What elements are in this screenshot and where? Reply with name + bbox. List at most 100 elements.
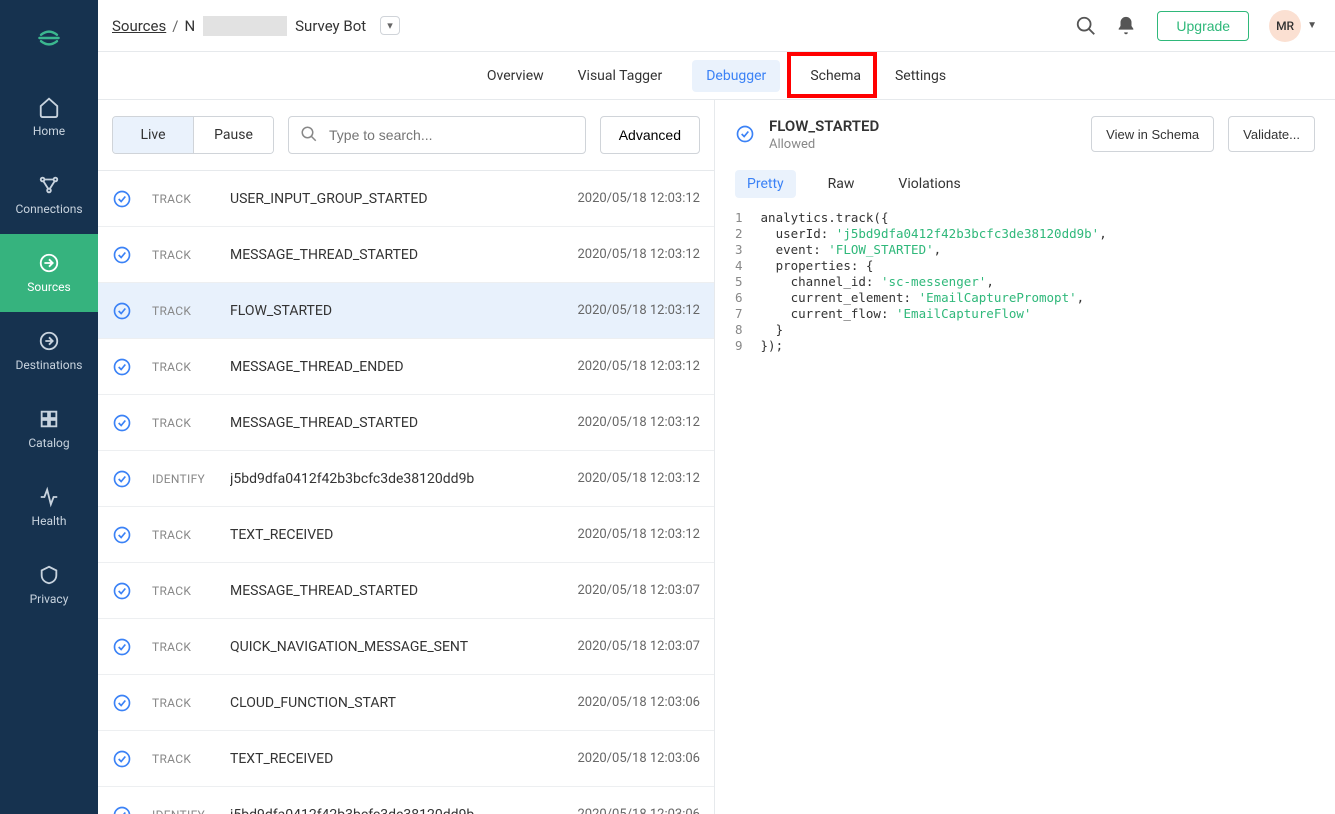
event-name: TEXT_RECEIVED xyxy=(230,527,557,543)
event-time: 2020/05/18 12:03:06 xyxy=(577,695,700,710)
nav-label: Home xyxy=(33,124,65,138)
breadcrumb-tail: Survey Bot xyxy=(295,17,366,35)
validate-button[interactable]: Validate... xyxy=(1228,116,1315,152)
breadcrumb-prefix: N xyxy=(184,17,195,35)
nav-label: Catalog xyxy=(28,436,69,450)
avatar-caret[interactable]: ▼ xyxy=(1307,20,1317,31)
event-time: 2020/05/18 12:03:12 xyxy=(577,527,700,542)
view-tab-pretty[interactable]: Pretty xyxy=(735,170,796,198)
toolbar: Live Pause Advanced xyxy=(98,100,714,171)
event-row[interactable]: TRACKTEXT_RECEIVED2020/05/18 12:03:06 xyxy=(98,731,714,787)
view-tab-raw[interactable]: Raw xyxy=(816,170,867,198)
event-type: IDENTIFY xyxy=(152,808,210,814)
event-row[interactable]: TRACK TEXT_RECEIVED 2020/05/18 12:03:12 xyxy=(98,507,714,563)
event-row[interactable]: TRACKCLOUD_FUNCTION_START2020/05/18 12:0… xyxy=(98,675,714,731)
breadcrumb-dropdown[interactable]: ▾ xyxy=(380,16,400,35)
view-in-schema-button[interactable]: View in Schema xyxy=(1091,116,1214,152)
event-row[interactable]: IDENTIFY j5bd9dfa0412f42b3bcfc3de38120dd9… xyxy=(98,451,714,507)
advanced-button[interactable]: Advanced xyxy=(600,116,700,154)
tab-settings[interactable]: Settings xyxy=(891,56,950,96)
header: Sources / N Survey Bot ▾ Upgrade MR ▼ xyxy=(98,0,1335,52)
live-button[interactable]: Live xyxy=(113,117,193,153)
event-row[interactable]: TRACK USER_INPUT_GROUP_STARTED 2020/05/18 … xyxy=(98,171,714,227)
nav-privacy[interactable]: Privacy xyxy=(0,546,98,624)
event-type: TRACK xyxy=(152,304,210,318)
nav-destinations[interactable]: Destinations xyxy=(0,312,98,390)
event-name: MESSAGE_THREAD_ENDED xyxy=(230,359,557,375)
event-stream-pane: Live Pause Advanced TRACK USER_INPUT_GROU… xyxy=(98,100,715,814)
event-type: TRACK xyxy=(152,192,210,206)
event-type: IDENTIFY xyxy=(152,472,210,486)
event-row[interactable]: TRACK MESSAGE_THREAD_STARTED 2020/05/18 12… xyxy=(98,563,714,619)
nav-sources[interactable]: Sources xyxy=(0,234,98,312)
tab-visual-tagger[interactable]: Visual Tagger xyxy=(574,56,667,96)
event-list[interactable]: TRACK USER_INPUT_GROUP_STARTED 2020/05/18 … xyxy=(98,171,714,814)
event-row[interactable]: TRACKMESSAGE_THREAD_STARTED2020/05/18 12… xyxy=(98,227,714,283)
check-circle-icon xyxy=(112,245,132,265)
event-type: TRACK xyxy=(152,528,210,542)
event-type: TRACK xyxy=(152,696,210,710)
view-tab-violations[interactable]: Violations xyxy=(886,170,972,198)
breadcrumb-root[interactable]: Sources xyxy=(112,17,166,35)
pause-button[interactable]: Pause xyxy=(193,117,273,153)
tab-debugger[interactable]: Debugger xyxy=(692,60,780,92)
detail-view-tabs: Pretty Raw Violations xyxy=(735,170,1315,198)
bell-icon[interactable] xyxy=(1115,15,1137,37)
event-type: TRACK xyxy=(152,752,210,766)
event-time: 2020/05/18 12:03:12 xyxy=(577,303,700,318)
tab-schema[interactable]: Schema xyxy=(806,56,865,96)
event-name: QUICK_NAVIGATION_MESSAGE_SENT xyxy=(230,639,557,655)
event-time: 2020/05/18 12:03:12 xyxy=(577,471,700,486)
detail-status: Allowed xyxy=(769,137,1077,152)
destinations-icon xyxy=(38,330,60,352)
event-row[interactable]: IDENTIFY j5bd9dfa0412f42b3bcfc3de38120dd9… xyxy=(98,787,714,814)
event-row[interactable]: TRACKMESSAGE_THREAD_STARTED2020/05/18 12… xyxy=(98,395,714,451)
search-icon xyxy=(300,125,318,143)
event-time: 2020/05/18 12:03:07 xyxy=(577,639,700,654)
health-icon xyxy=(38,486,60,508)
nav-label: Privacy xyxy=(30,592,69,606)
privacy-icon xyxy=(38,564,60,586)
event-row[interactable]: TRACK FLOW_STARTED 2020/05/18 12:03:12 xyxy=(98,283,714,339)
check-circle-icon xyxy=(112,357,132,377)
event-row[interactable]: TRACKMESSAGE_THREAD_ENDED2020/05/18 12:0… xyxy=(98,339,714,395)
event-type: TRACK xyxy=(152,584,210,598)
event-row[interactable]: TRACK QUICK_NAVIGATION_MESSAGE_SENT 2020/0… xyxy=(98,619,714,675)
tab-overview[interactable]: Overview xyxy=(483,56,548,96)
home-icon xyxy=(38,96,60,118)
app-logo xyxy=(29,18,69,58)
event-time: 2020/05/18 12:03:06 xyxy=(577,751,700,766)
redacted-name xyxy=(203,16,287,36)
event-type: TRACK xyxy=(152,416,210,430)
event-type: TRACK xyxy=(152,360,210,374)
check-circle-icon xyxy=(112,189,132,209)
detail-title: FLOW_STARTED xyxy=(769,117,1077,135)
event-name: USER_INPUT_GROUP_STARTED xyxy=(230,191,557,207)
event-name: j5bd9dfa0412f42b3bcfc3de38120dd9b xyxy=(230,807,557,814)
event-time: 2020/05/18 12:03:07 xyxy=(577,583,700,598)
code-block: 123456789 analytics.track({ userId: 'j5b… xyxy=(735,210,1315,354)
nav-catalog[interactable]: Catalog xyxy=(0,390,98,468)
check-circle-icon xyxy=(112,805,132,814)
event-time: 2020/05/18 12:03:06 xyxy=(577,807,700,814)
nav-health[interactable]: Health xyxy=(0,468,98,546)
avatar[interactable]: MR xyxy=(1269,10,1301,42)
nav-connections[interactable]: Connections xyxy=(0,156,98,234)
catalog-icon xyxy=(38,408,60,430)
search-input[interactable] xyxy=(288,116,586,154)
event-time: 2020/05/18 12:03:12 xyxy=(577,191,700,206)
event-time: 2020/05/18 12:03:12 xyxy=(577,247,700,262)
check-circle-icon xyxy=(112,581,132,601)
source-tabs: Overview Visual Tagger Debugger Schema S… xyxy=(98,52,1335,100)
event-name: FLOW_STARTED xyxy=(230,303,557,319)
event-name: j5bd9dfa0412f42b3bcfc3de38120dd9b xyxy=(230,471,557,487)
nav-label: Sources xyxy=(27,280,70,294)
event-type: TRACK xyxy=(152,640,210,654)
event-name: MESSAGE_THREAD_STARTED xyxy=(230,583,557,599)
check-circle-icon xyxy=(112,693,132,713)
event-name: MESSAGE_THREAD_STARTED xyxy=(230,415,557,431)
nav-home[interactable]: Home xyxy=(0,78,98,156)
search-icon[interactable] xyxy=(1075,15,1097,37)
upgrade-button[interactable]: Upgrade xyxy=(1157,11,1249,41)
check-circle-icon xyxy=(112,413,132,433)
